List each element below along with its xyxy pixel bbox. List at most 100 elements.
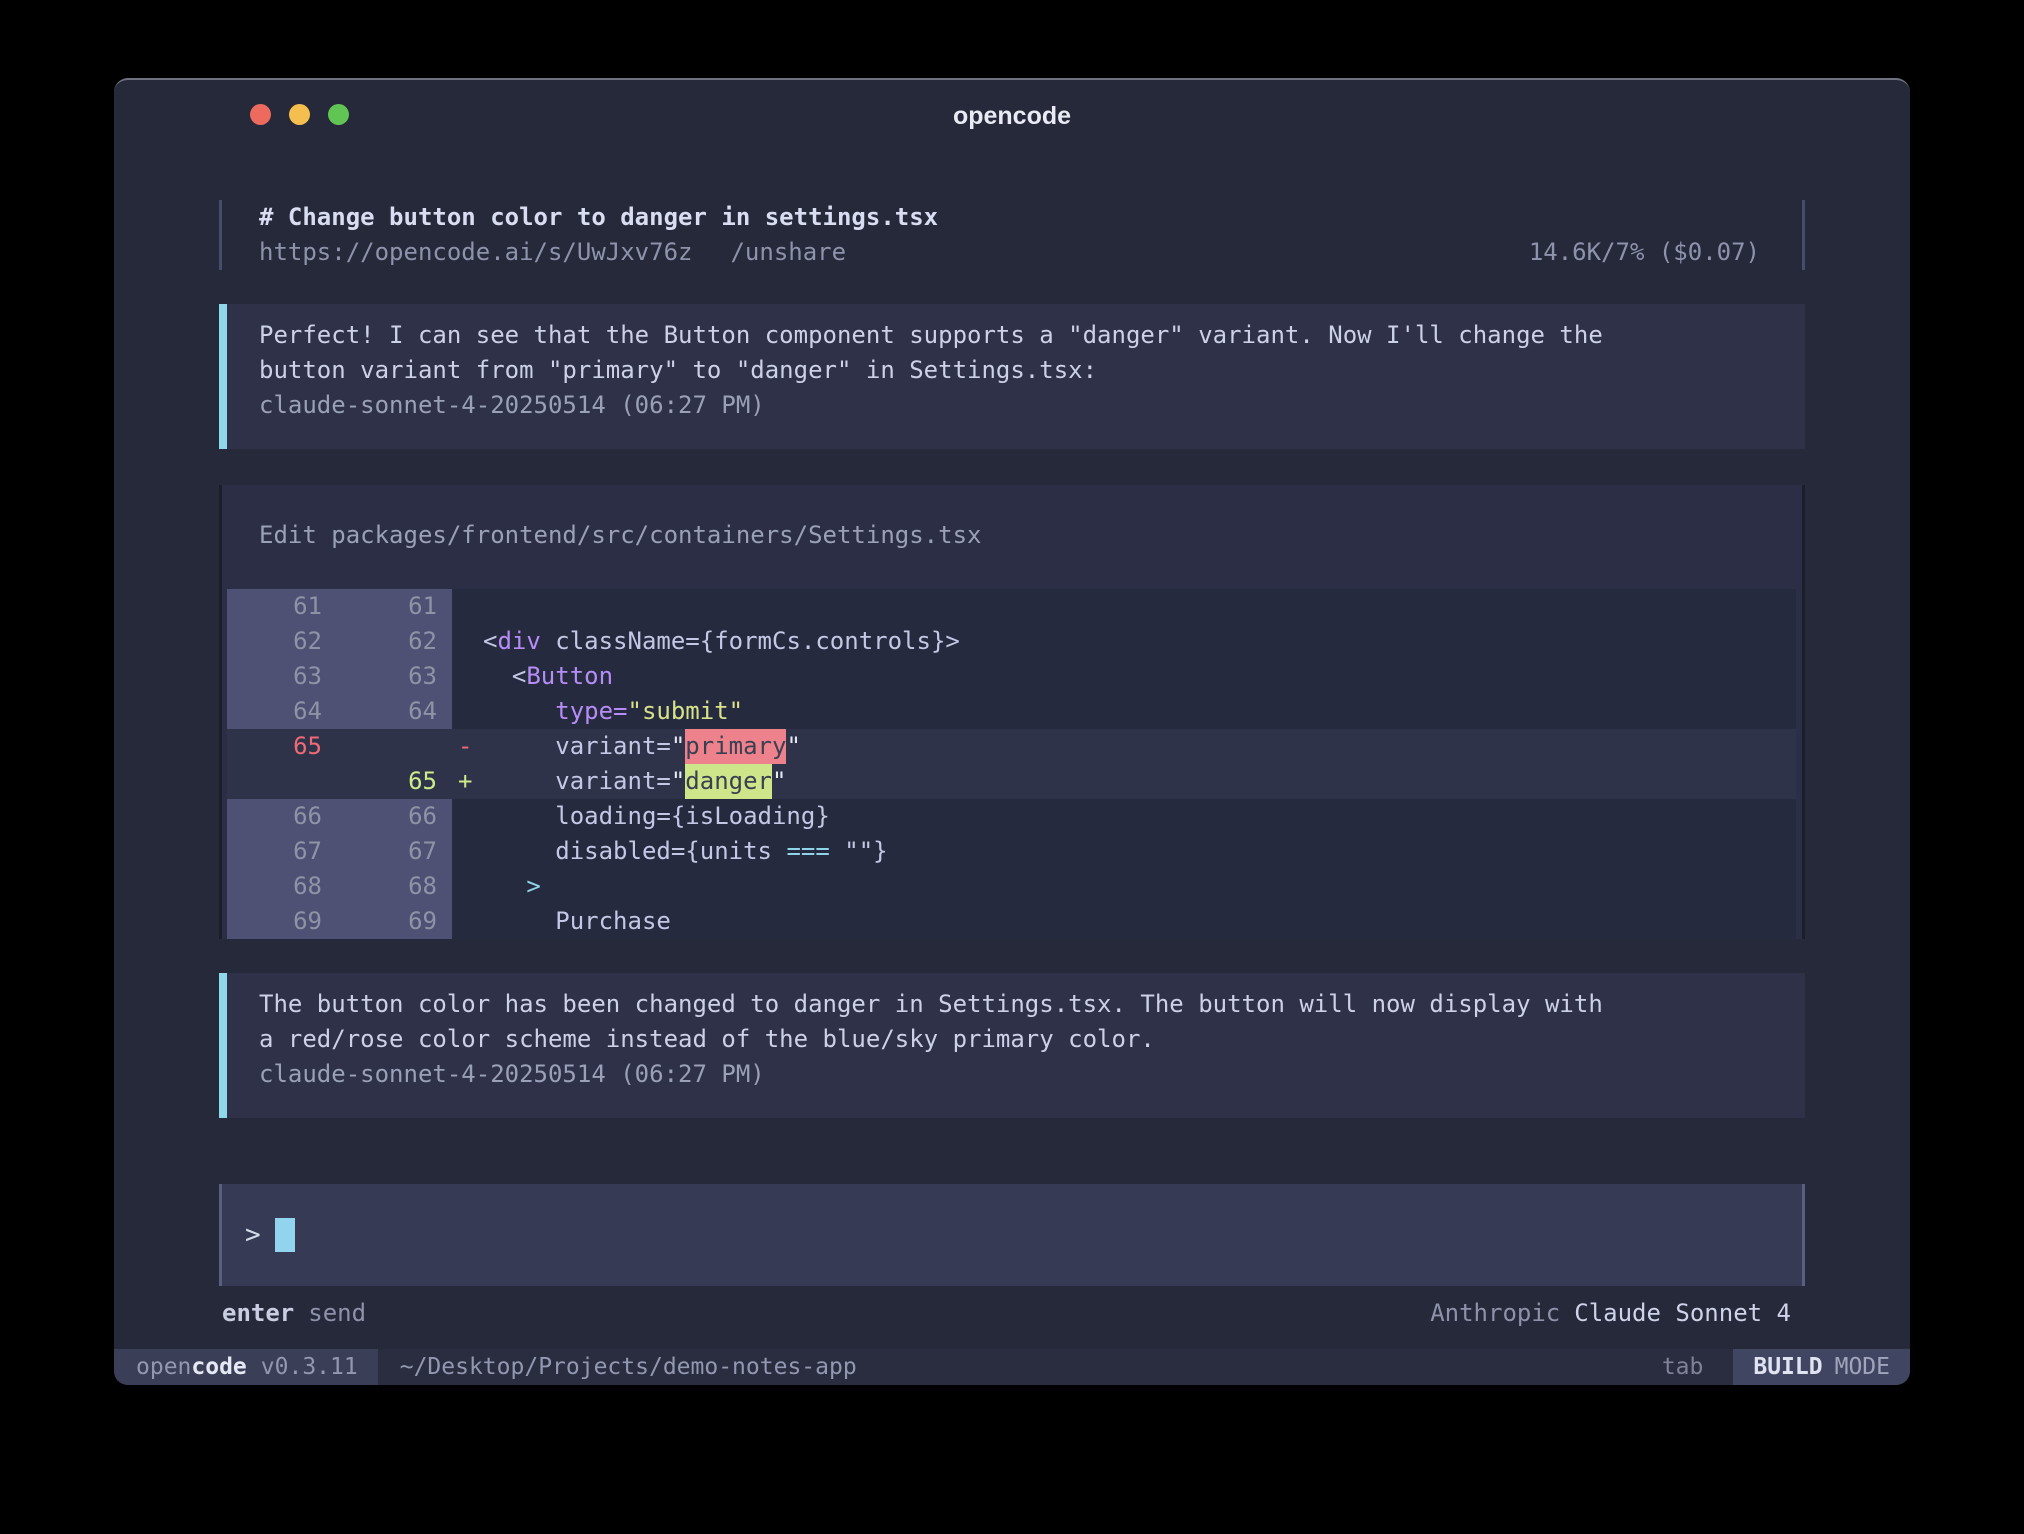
diff-row: 6363 <Button (227, 659, 1796, 694)
diff-sign (452, 904, 483, 939)
code-line: <Button (483, 659, 613, 694)
diff-sign (452, 659, 483, 694)
code-token: variant= (483, 732, 671, 760)
edit-tool-block: Edit packages/frontend/src/containers/Se… (219, 485, 1805, 939)
code-token (483, 872, 526, 900)
session-title: # Change button color to danger in setti… (259, 200, 1802, 235)
old-line-number (227, 764, 322, 799)
diff-gutter: 6262 (227, 624, 452, 659)
code-line: variant="primary" (483, 729, 801, 764)
code-token: className={formCs.controls}> (541, 627, 960, 655)
code-token: < (483, 627, 497, 655)
send-hint: enter send (222, 1296, 366, 1331)
code-token: Purchase (483, 907, 671, 935)
diff-gutter: 65 (227, 729, 452, 764)
code-token: div (497, 627, 540, 655)
diff-rows: 61616262<div className={formCs.controls}… (227, 589, 1796, 939)
diff-row: 6969 Purchase (227, 904, 1796, 939)
window-title: opencode (114, 102, 1910, 131)
status-bar: opencodev0.3.11 ~/Desktop/Projects/demo-… (114, 1349, 1910, 1385)
gutter-pad (437, 624, 452, 659)
gutter-pad (437, 904, 452, 939)
diff-sign (452, 834, 483, 869)
code-token: "submit" (628, 697, 744, 725)
diff-row: 6767 disabled={units === ""} (227, 834, 1796, 869)
diff-row: 6161 (227, 589, 1796, 624)
text-cursor (275, 1218, 295, 1252)
diff-gutter: 6161 (227, 589, 452, 624)
prompt-input[interactable]: > (219, 1184, 1805, 1286)
message-line: button variant from "primary" to "danger… (259, 353, 1805, 388)
hint-row: enter send AnthropicClaude Sonnet 4 (219, 1296, 1805, 1331)
app-window: opencode # Change button color to danger… (114, 78, 1910, 1385)
message-line: Perfect! I can see that the Button compo… (259, 318, 1805, 353)
code-token: Button (526, 662, 613, 690)
diff-sign (452, 624, 483, 659)
gutter-pad (437, 834, 452, 869)
diff-gutter: 6969 (227, 904, 452, 939)
message-meta: claude-sonnet-4-20250514 (06:27 PM) (259, 388, 1805, 423)
code-token: === (786, 837, 829, 865)
unshare-command[interactable]: /unshare (730, 238, 846, 266)
provider-label: Anthropic (1430, 1299, 1560, 1327)
send-label: send (308, 1299, 366, 1327)
assistant-message-2: The button color has been changed to dan… (219, 973, 1805, 1118)
new-line-number: 67 (322, 834, 437, 869)
code-token: < (483, 662, 526, 690)
code-token: ""} (830, 837, 888, 865)
diff-sign: + (452, 764, 483, 799)
gutter-pad (437, 729, 452, 764)
app-version: v0.3.11 (261, 1354, 358, 1380)
diff-row: 6868 > (227, 869, 1796, 904)
prompt-symbol: > (245, 1220, 261, 1250)
session-header: # Change button color to danger in setti… (219, 200, 1805, 270)
diff-sign: - (452, 729, 483, 764)
diff-row: 65+ variant="danger" (227, 764, 1796, 799)
mode-suffix: MODE (1835, 1354, 1890, 1380)
share-url[interactable]: https://opencode.ai/s/UwJxv76z (259, 238, 692, 266)
old-line-number: 65 (227, 729, 322, 764)
code-line: type="submit" (483, 694, 743, 729)
diff-gutter: 6363 (227, 659, 452, 694)
diff-gutter: 65 (227, 764, 452, 799)
new-line-number (322, 729, 437, 764)
token-usage: 14.6K/7% ($0.07) (1529, 235, 1760, 270)
code-token: loading={isLoading} (483, 802, 830, 830)
mode-indicator: BUILD MODE (1733, 1349, 1910, 1385)
gutter-pad (437, 799, 452, 834)
code-token: " (671, 767, 685, 795)
working-directory: ~/Desktop/Projects/demo-notes-app (400, 1349, 857, 1385)
old-line-number: 62 (227, 624, 322, 659)
diff-row: 6666 loading={isLoading} (227, 799, 1796, 834)
new-line-number: 69 (322, 904, 437, 939)
diff-gutter: 6666 (227, 799, 452, 834)
edit-tool-title: Edit packages/frontend/src/containers/Se… (222, 485, 1802, 589)
diff-gutter: 6464 (227, 694, 452, 729)
diff-gutter: 6868 (227, 869, 452, 904)
code-line: Purchase (483, 904, 671, 939)
gutter-pad (437, 589, 452, 624)
gutter-pad (437, 764, 452, 799)
code-token: danger (685, 764, 772, 799)
diff-row: 65 - variant="primary" (227, 729, 1796, 764)
app-version-chip: opencodev0.3.11 (114, 1349, 378, 1385)
code-token: primary (685, 729, 786, 764)
code-token: " (671, 732, 685, 760)
new-line-number: 64 (322, 694, 437, 729)
diff-row: 6464 type="submit" (227, 694, 1796, 729)
diff-sign (452, 589, 483, 624)
old-line-number: 68 (227, 869, 322, 904)
code-line: <div className={formCs.controls}> (483, 624, 960, 659)
model-indicator: AnthropicClaude Sonnet 4 (1430, 1296, 1791, 1331)
enter-key-hint: enter (222, 1299, 294, 1327)
new-line-number: 62 (322, 624, 437, 659)
app-name-regular: open (136, 1354, 191, 1380)
mode-name: BUILD (1753, 1354, 1822, 1380)
old-line-number: 66 (227, 799, 322, 834)
gutter-pad (437, 869, 452, 904)
code-token: variant= (483, 767, 671, 795)
code-token: " (772, 767, 786, 795)
diff-view: 61616262<div className={formCs.controls}… (227, 589, 1796, 939)
old-line-number: 69 (227, 904, 322, 939)
titlebar: opencode (114, 80, 1910, 144)
